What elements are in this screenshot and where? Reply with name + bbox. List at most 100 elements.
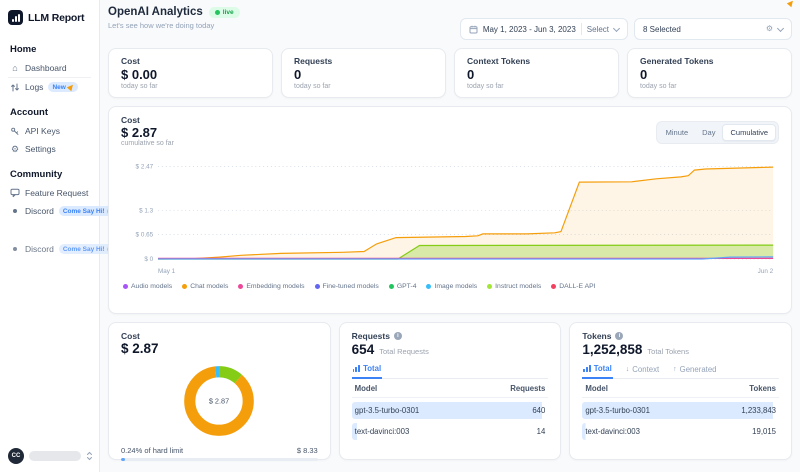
card-value: $ 2.87 <box>121 341 318 356</box>
sidebar-item-discord[interactable]: Discord Come Say Hi! <box>8 202 91 220</box>
table-header: ModelRequests <box>352 379 549 398</box>
sidebar-item-logs[interactable]: Logs New <box>8 78 91 96</box>
stat-label: Generated Tokens <box>640 56 779 66</box>
calendar-icon <box>469 25 478 34</box>
granularity-toggle-group: Minute Day Cumulative <box>656 121 779 144</box>
card-label: Requests <box>352 331 390 341</box>
svg-text:$ 2.47: $ 2.47 <box>136 163 154 170</box>
stat-caption: today so far <box>467 83 606 90</box>
live-dot-icon <box>215 10 220 15</box>
new-badge: New <box>48 82 77 92</box>
home-icon: ⌂ <box>10 64 20 73</box>
sidebar-item-settings[interactable]: ⚙ Settings <box>8 140 91 158</box>
cost-chart-card: Cost $ 2.87 cumulative so far Minute Day… <box>108 106 792 314</box>
models-multiselect[interactable]: 8 Selected ⚙ <box>634 18 792 40</box>
stat-label: Cost <box>121 56 260 66</box>
hard-limit-caption: 0.24% of hard limit <box>121 446 183 455</box>
sidebar-section-home: Home <box>10 44 89 55</box>
stat-caption: today so far <box>640 83 779 90</box>
chart-legend: Audio models Chat models Embedding models F… <box>123 283 779 290</box>
sidebar: LLM Report Home ⌂ Dashboard Logs New Acc… <box>0 0 100 472</box>
cost-donut-chart[interactable]: $ 2.87 <box>176 358 262 444</box>
legend-dot-icon <box>182 284 187 289</box>
info-icon[interactable]: i <box>615 332 623 340</box>
svg-text:$ 0.65: $ 0.65 <box>136 232 154 239</box>
tab-generated[interactable]: ↑ Generated <box>672 365 717 378</box>
username-placeholder <box>29 451 81 461</box>
sidebar-item-api-keys[interactable]: API Keys <box>8 122 91 140</box>
stat-label: Context Tokens <box>467 56 606 66</box>
table-header: ModelTokens <box>582 379 779 398</box>
legend-item: Audio models <box>123 283 172 290</box>
main-content: OpenAI Analytics live Let's see how we'r… <box>100 0 800 472</box>
model-name: text-davinci:003 <box>355 427 410 436</box>
tab-context[interactable]: ↓ Context <box>625 365 660 378</box>
chevrons-up-down-icon <box>86 451 93 461</box>
tab-total[interactable]: Total <box>352 364 382 379</box>
tokens-tabs: Total ↓ Context ↑ Generated <box>582 364 779 379</box>
legend-dot-icon <box>487 284 492 289</box>
sidebar-item-label: Logs <box>25 82 43 92</box>
table-row[interactable]: gpt-3.5-turbo-03011,233,843 <box>582 402 779 419</box>
stat-label: Requests <box>294 56 433 66</box>
legend-item: GPT-4 <box>389 283 417 290</box>
app-name: LLM Report <box>28 12 84 24</box>
gear-icon[interactable]: ⚙ <box>766 25 773 33</box>
card-label: Cost <box>121 331 318 341</box>
toggle-cumulative[interactable]: Cumulative <box>722 124 776 141</box>
party-popper-icon <box>67 83 75 91</box>
sidebar-item-label: Dashboard <box>25 63 67 73</box>
cumulative-cost-area-chart[interactable]: $ 0$ 0.65$ 1.3$ 2.47May 1Jun 2 <box>121 155 779 281</box>
stat-card-cost: Cost $ 0.00 today so far <box>108 48 273 98</box>
legend-item: Embedding models <box>238 283 304 290</box>
toggle-day[interactable]: Day <box>695 124 722 141</box>
key-icon <box>10 127 20 136</box>
sidebar-section-account: Account <box>10 107 89 118</box>
legend-dot-icon <box>238 284 243 289</box>
legend-item: Chat models <box>182 283 228 290</box>
sidebar-item-feature-request[interactable]: Feature Request <box>8 184 91 202</box>
card-value: 654 <box>352 342 375 357</box>
requests-table: ModelRequests gpt-3.5-turbo-0301 640 text-d… <box>352 379 549 440</box>
sidebar-item-label: API Keys <box>25 126 60 136</box>
sidebar-item-dashboard[interactable]: ⌂ Dashboard <box>8 59 91 78</box>
user-account-selector[interactable]: CC <box>8 448 93 464</box>
arrow-up-icon: ↑ <box>673 366 677 373</box>
table-row[interactable]: text-davinci:00319,015 <box>582 423 779 440</box>
hard-limit-progressbar <box>121 458 318 461</box>
card-value: 1,252,858 <box>582 342 642 357</box>
table-row[interactable]: text-davinci:003 14 <box>352 423 549 440</box>
date-range-picker[interactable]: May 1, 2023 - Jun 3, 2023 Select <box>460 18 628 40</box>
cost-breakdown-card: Cost $ 2.87 $ 2.87 0.24% of hard limit $… <box>108 322 331 460</box>
toggle-minute[interactable]: Minute <box>659 124 696 141</box>
model-name: gpt-3.5-turbo-0301 <box>355 406 420 415</box>
card-label: Tokens <box>582 331 611 341</box>
legend-item: Fine-tuned models <box>315 283 379 290</box>
legend-item: Image models <box>426 283 477 290</box>
row-value: 640 <box>532 406 545 415</box>
svg-text:May 1: May 1 <box>158 268 176 275</box>
sidebar-item-label: Settings <box>25 144 56 154</box>
card-caption: Total Requests <box>379 347 429 356</box>
sidebar-item-discord-2[interactable]: Discord Come Say Hi! <box>8 240 91 258</box>
legend-dot-icon <box>389 284 394 289</box>
sidebar-section-community: Community <box>10 169 89 180</box>
info-icon[interactable]: i <box>394 332 402 340</box>
stat-caption: today so far <box>294 83 433 90</box>
models-selected-value: 8 Selected <box>643 25 681 34</box>
model-name: text-davinci:003 <box>585 427 640 436</box>
row-value: 1,233,843 <box>741 406 776 415</box>
legend-dot-icon <box>426 284 431 289</box>
svg-text:$ 1.3: $ 1.3 <box>139 207 153 214</box>
stat-value: $ 0.00 <box>121 67 260 82</box>
row-value: 14 <box>537 427 546 436</box>
preset-select[interactable]: Select <box>587 25 609 34</box>
tab-total[interactable]: Total <box>582 364 612 379</box>
legend-item: Instruct models <box>487 283 541 290</box>
app-logo[interactable]: LLM Report <box>8 8 91 33</box>
chevron-down-icon <box>613 24 620 31</box>
legend-dot-icon <box>551 284 556 289</box>
table-row[interactable]: gpt-3.5-turbo-0301 640 <box>352 402 549 419</box>
divider <box>581 23 582 35</box>
legend-dot-icon <box>315 284 320 289</box>
